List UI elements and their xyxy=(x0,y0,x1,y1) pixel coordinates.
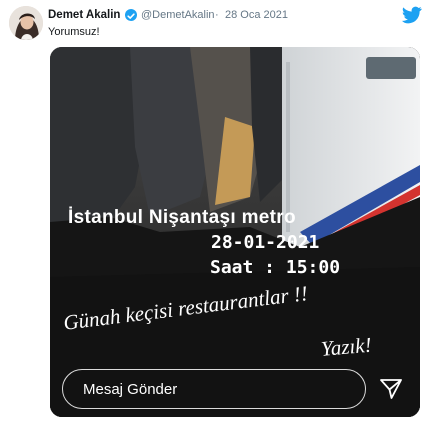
story-caption-line2: Yazık! xyxy=(320,332,373,361)
story-time-text: Saat : 15:00 xyxy=(210,257,341,278)
tweet-date[interactable]: 28 Oca 2021 xyxy=(225,9,288,21)
tweet-text: Yorumsuz! xyxy=(48,26,100,38)
avatar[interactable] xyxy=(9,6,43,40)
message-placeholder: Mesaj Gönder xyxy=(83,381,178,398)
author-name[interactable]: Demet Akalin xyxy=(48,9,120,21)
story-location-text: İstanbul Nişantaşı metro xyxy=(68,207,296,228)
twitter-bird-icon[interactable] xyxy=(402,6,422,24)
tweet-card: Demet Akalin @DemetAkalin · 28 Oca 2021 … xyxy=(0,0,434,428)
meta-separator: · xyxy=(215,9,219,21)
story-date-text: 28-01-2021 xyxy=(211,232,320,253)
verified-badge-icon xyxy=(125,9,137,21)
send-icon[interactable] xyxy=(379,377,403,401)
author-handle[interactable]: @DemetAkalin xyxy=(141,9,215,21)
tweet-media-image[interactable]: İstanbul Nişantaşı metro 28-01-2021 Saat… xyxy=(50,47,420,417)
message-input[interactable]: Mesaj Gönder xyxy=(62,369,366,409)
avatar-image xyxy=(9,6,43,40)
